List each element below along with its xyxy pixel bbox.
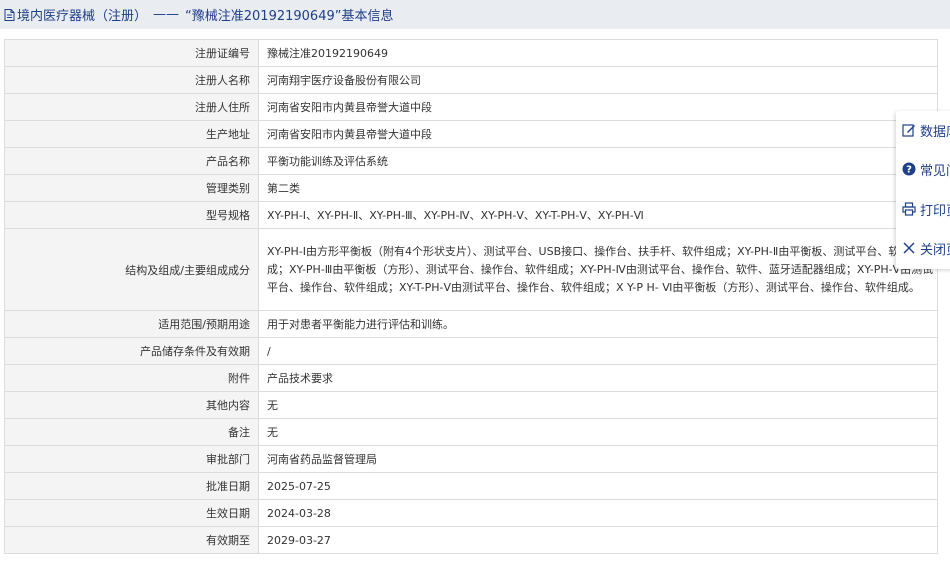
field-label-remarks: 备注	[4, 418, 259, 446]
table-row: 其他内容 无	[4, 391, 938, 419]
field-value-approval-date: 2025-07-25	[258, 472, 938, 500]
close-page-button[interactable]: 关闭页面	[902, 237, 950, 259]
page-title: “豫械注准20192190649”基本信息	[185, 9, 394, 24]
table-row: 产品名称 平衡功能训练及评估系统	[4, 147, 938, 175]
close-icon	[903, 242, 915, 254]
field-label-registration-number: 注册证编号	[4, 39, 259, 67]
database-label: 数据库	[920, 124, 950, 140]
field-value-attachment: 产品技术要求	[258, 364, 938, 392]
database-button[interactable]: 数据库	[902, 119, 950, 141]
table-row: 产品储存条件及有效期 /	[4, 337, 938, 365]
floating-side-panel: 数据库 ? 常见问题 打印页面 关闭页面	[896, 111, 950, 269]
field-label-other: 其他内容	[4, 391, 259, 419]
document-icon	[4, 8, 15, 21]
field-value-structure: XY-PH-Ⅰ由方形平衡板（附有4个形状支片）、测试平台、USB接口、操作台、扶…	[258, 228, 938, 311]
table-row: 生效日期 2024-03-28	[4, 499, 938, 527]
question-icon: ?	[902, 162, 916, 176]
table-row: 注册人名称 河南翔宇医疗设备股份有限公司	[4, 66, 938, 94]
field-value-approval-dept: 河南省药品监督管理局	[258, 445, 938, 473]
field-value-management-class: 第二类	[258, 174, 938, 202]
field-label-approval-date: 批准日期	[4, 472, 259, 500]
table-row: 备注 无	[4, 418, 938, 446]
field-value-production-address: 河南省安阳市内黄县帝誉大道中段	[258, 120, 938, 148]
table-row: 注册人住所 河南省安阳市内黄县帝誉大道中段	[4, 93, 938, 121]
table-row: 附件 产品技术要求	[4, 364, 938, 392]
table-row: 型号规格 XY-PH-Ⅰ、XY-PH-Ⅱ、XY-PH-Ⅲ、XY-PH-Ⅳ、XY-…	[4, 201, 938, 229]
field-value-registration-number: 豫械注准20192190649	[258, 39, 938, 67]
field-value-storage: /	[258, 337, 938, 365]
field-value-registrant-name: 河南翔宇医疗设备股份有限公司	[258, 66, 938, 94]
table-row: 生产地址 河南省安阳市内黄县帝誉大道中段	[4, 120, 938, 148]
breadcrumb-separator: ——	[153, 7, 180, 22]
print-button[interactable]: 打印页面	[902, 198, 950, 220]
field-label-registrant-name: 注册人名称	[4, 66, 259, 94]
edit-icon	[902, 124, 915, 137]
field-label-model-spec: 型号规格	[4, 201, 259, 229]
field-label-intended-use: 适用范围/预期用途	[4, 310, 259, 338]
close-page-label: 关闭页面	[920, 242, 950, 258]
field-value-intended-use: 用于对患者平衡能力进行评估和训练。	[258, 310, 938, 338]
print-icon	[902, 202, 916, 216]
field-label-production-address: 生产地址	[4, 120, 259, 148]
field-label-valid-until: 有效期至	[4, 526, 259, 554]
table-row: 结构及组成/主要组成成分 XY-PH-Ⅰ由方形平衡板（附有4个形状支片）、测试平…	[4, 228, 938, 311]
table-row: 管理类别 第二类	[4, 174, 938, 202]
field-value-model-spec: XY-PH-Ⅰ、XY-PH-Ⅱ、XY-PH-Ⅲ、XY-PH-Ⅳ、XY-PH-Ⅴ、…	[258, 201, 938, 229]
field-value-product-name: 平衡功能训练及评估系统	[258, 147, 938, 175]
print-label: 打印页面	[920, 203, 950, 219]
table-row: 审批部门 河南省药品监督管理局	[4, 445, 938, 473]
field-label-effective-date: 生效日期	[4, 499, 259, 527]
faq-button[interactable]: ? 常见问题	[902, 158, 950, 180]
field-label-registrant-address: 注册人住所	[4, 93, 259, 121]
field-value-registrant-address: 河南省安阳市内黄县帝誉大道中段	[258, 93, 938, 121]
svg-text:?: ?	[906, 165, 912, 176]
field-value-effective-date: 2024-03-28	[258, 499, 938, 527]
field-label-structure: 结构及组成/主要组成成分	[4, 228, 259, 311]
field-value-valid-until: 2029-03-27	[258, 526, 938, 554]
detail-table: 注册证编号 豫械注准20192190649 注册人名称 河南翔宇医疗设备股份有限…	[4, 39, 938, 554]
field-label-storage: 产品储存条件及有效期	[4, 337, 259, 365]
table-row: 有效期至 2029-03-27	[4, 526, 938, 554]
table-row: 注册证编号 豫械注准20192190649	[4, 39, 938, 67]
field-label-product-name: 产品名称	[4, 147, 259, 175]
field-label-approval-dept: 审批部门	[4, 445, 259, 473]
field-value-other: 无	[258, 391, 938, 419]
table-row: 批准日期 2025-07-25	[4, 472, 938, 500]
breadcrumb: 境内医疗器械（注册） —— “豫械注准20192190649”基本信息	[0, 0, 950, 29]
faq-label: 常见问题	[920, 163, 950, 179]
field-value-remarks: 无	[258, 418, 938, 446]
breadcrumb-category[interactable]: 境内医疗器械（注册）	[17, 5, 147, 24]
field-label-management-class: 管理类别	[4, 174, 259, 202]
table-row: 适用范围/预期用途 用于对患者平衡能力进行评估和训练。	[4, 310, 938, 338]
field-label-attachment: 附件	[4, 364, 259, 392]
